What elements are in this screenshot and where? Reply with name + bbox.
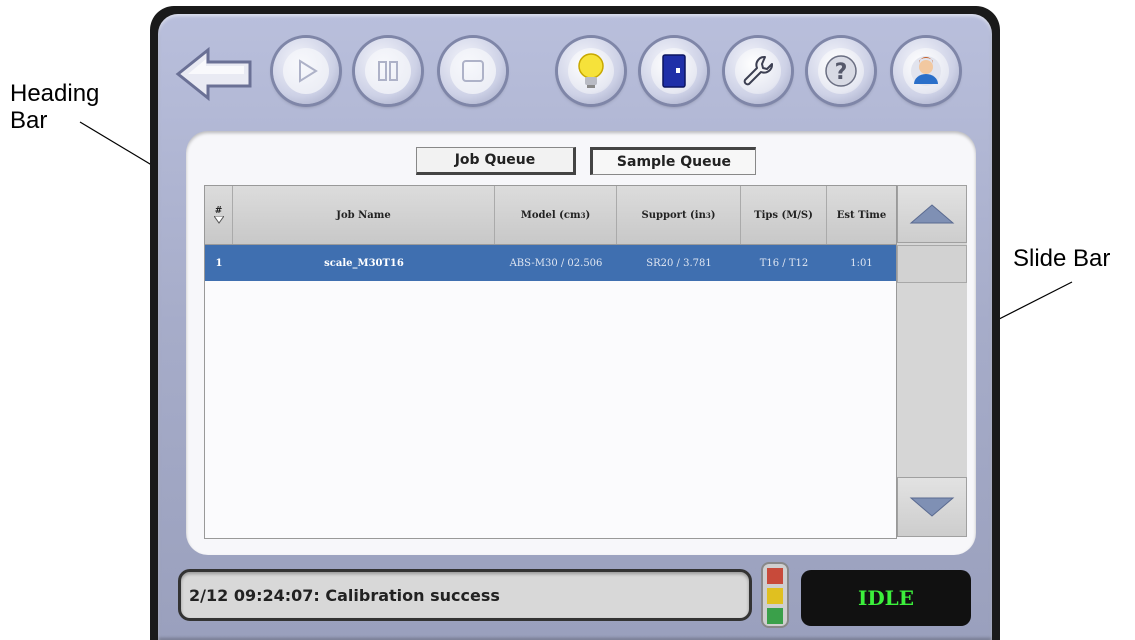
tips-header[interactable]: Tips (M/S) [741,186,827,244]
support-header-close: ) [710,209,716,221]
play-button[interactable] [273,38,339,104]
pause-button[interactable] [355,38,421,104]
yellow-light [767,588,783,604]
index-header-label: # [214,206,223,216]
stop-button[interactable] [440,38,506,104]
door-icon [662,54,686,88]
maintenance-button[interactable] [725,38,791,104]
scroll-thumb[interactable] [897,245,967,283]
user-icon [911,56,941,86]
user-button[interactable] [893,38,959,104]
support-header[interactable]: Support (in 3) [617,186,741,244]
row-tips: T16 / T12 [759,257,809,269]
table-row[interactable]: 1 scale_M30T16 ABS-M30 / 02.506 SR20 / 3… [205,245,896,281]
machine-state: IDLE [801,570,971,626]
row-index: 1 [215,257,223,269]
tab-job-queue[interactable]: Job Queue [416,147,576,175]
model-header-close: ) [585,209,591,221]
play-icon [299,59,318,83]
est-time-header[interactable]: Est Time [827,186,896,244]
pause-icon [378,61,398,81]
heading-bar: # Job Name Model (cm 3) Support (in 3) Tip… [205,186,896,245]
row-model: ABS-M30 / 02.506 [509,257,603,269]
wrench-icon [743,56,773,86]
scroll-up-button[interactable] [897,185,967,243]
door-button[interactable] [641,38,707,104]
printer-touchscreen: ? Job Queue Sample Queue # Job Name Mode… [150,6,1000,640]
status-message: 2/12 09:24:07: Calibration success [178,569,752,621]
slide-bar[interactable] [896,185,967,537]
row-support: SR20 / 3.781 [646,257,712,269]
queue-table: # Job Name Model (cm 3) Support (in 3) Tip… [204,185,897,539]
back-button[interactable] [174,46,254,107]
model-header[interactable]: Model (cm 3) [495,186,617,244]
row-job-name: scale_M30T16 [324,257,404,269]
sort-down-icon [213,216,224,224]
help-button[interactable]: ? [808,38,874,104]
index-header[interactable]: # [205,186,233,244]
heading-bar-callout: Heading Bar [10,80,100,134]
light-bulb-icon [578,53,604,88]
stop-icon [462,60,484,82]
slide-bar-callout: Slide Bar [1013,245,1111,272]
toolbar: ? [158,14,992,124]
row-est-time: 1:01 [850,257,873,269]
light-button[interactable] [558,38,624,104]
tab-sample-queue[interactable]: Sample Queue [590,147,756,175]
triangle-down-icon [909,497,955,517]
support-header-label: Support (in [641,209,706,221]
green-light [767,608,783,624]
model-header-label: Model (cm [520,209,581,221]
queue-panel: Job Queue Sample Queue # Job Name Model … [186,131,976,555]
job-name-header[interactable]: Job Name [233,186,495,244]
back-arrow-icon [175,46,252,102]
scroll-down-button[interactable] [897,477,967,537]
bezel: ? Job Queue Sample Queue # Job Name Mode… [158,14,992,640]
triangle-up-icon [909,204,955,224]
red-light [767,568,783,584]
help-icon: ? [825,55,857,87]
status-light [761,562,789,628]
svg-text:?: ? [835,60,848,85]
